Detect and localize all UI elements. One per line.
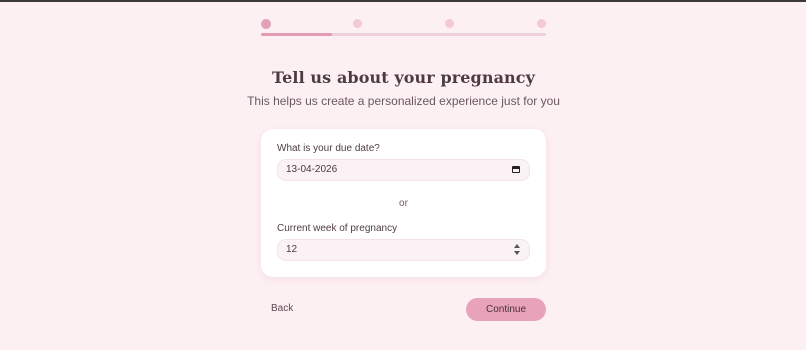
step-indicator (261, 18, 546, 31)
or-separator: or (399, 198, 408, 209)
back-button[interactable]: Back (271, 303, 293, 314)
spinner-arrows-icon[interactable] (513, 244, 521, 256)
calendar-icon[interactable] (512, 166, 520, 173)
window-top-border (0, 0, 806, 2)
increment-arrow-icon[interactable] (514, 244, 520, 248)
step-dot-3 (445, 19, 454, 28)
page-subtitle: This helps us create a personalized expe… (247, 94, 560, 108)
progress-bar (261, 33, 546, 36)
due-date-label: What is your due date? (277, 143, 380, 154)
current-week-label: Current week of pregnancy (277, 223, 398, 234)
due-date-input[interactable]: 13-04-2026 (277, 159, 530, 181)
step-dot-2 (353, 19, 362, 28)
decrement-arrow-icon[interactable] (514, 251, 520, 255)
page-title: Tell us about your pregnancy (271, 68, 536, 87)
due-date-value: 13-04-2026 (286, 164, 338, 175)
current-week-value: 12 (286, 244, 298, 255)
current-week-input[interactable]: 12 (277, 239, 530, 261)
step-dot-4 (537, 19, 546, 28)
step-dot-1 (261, 18, 271, 29)
continue-button[interactable]: Continue (466, 298, 546, 321)
progress-bar-fill (261, 33, 333, 36)
pregnancy-form-card: What is your due date? 13-04-2026 or Cur… (261, 129, 546, 277)
